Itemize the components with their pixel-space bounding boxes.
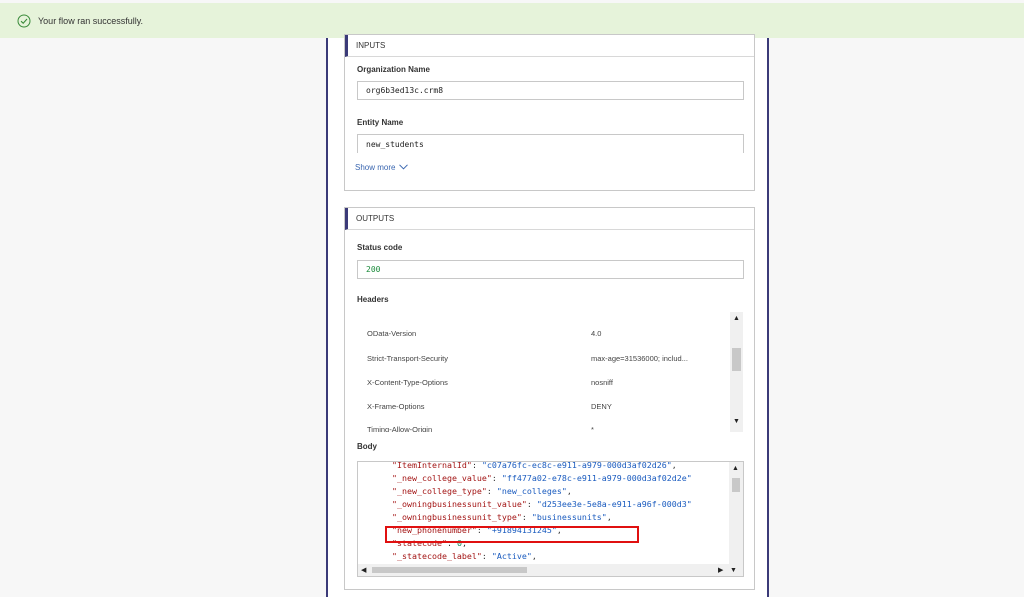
- body-line: "new_phonenumber": "+91894131245",: [392, 525, 562, 535]
- run-details-panel: INPUTS Organization Name org6b3ed13c.crm…: [326, 34, 769, 597]
- header-value: *: [591, 425, 594, 432]
- org-name-label: Organization Name: [357, 65, 430, 74]
- scroll-up-icon[interactable]: ▲: [733, 315, 740, 322]
- outputs-card: OUTPUTS Status code 200 Headers OData-Ve…: [344, 207, 755, 590]
- status-code-field[interactable]: 200: [357, 260, 744, 279]
- header-key: Strict-Transport-Security: [367, 354, 448, 363]
- scrollbar-thumb[interactable]: [732, 348, 741, 371]
- table-row: OData-Version 4.0: [357, 322, 727, 346]
- json-value: "+91894131245": [486, 525, 557, 535]
- org-name-field[interactable]: org6b3ed13c.crm8: [357, 81, 744, 100]
- json-key: "_owningbusinessunit_type": [392, 512, 522, 522]
- header-key: X-Content-Type-Options: [367, 378, 448, 387]
- json-punct: ,: [671, 461, 677, 470]
- scroll-down-icon[interactable]: ▼: [733, 418, 740, 425]
- json-value: "ff477a02-e78c-e911-a979-000d3af02d2e": [501, 473, 692, 483]
- check-circle-icon: [17, 14, 31, 28]
- table-row: X-Frame-Options DENY: [357, 395, 727, 419]
- scrollbar-thumb[interactable]: [372, 567, 527, 573]
- body-viewer[interactable]: "ItemInternalId": "c07a76fc-ec8c-e911-a9…: [357, 461, 744, 577]
- table-row: Strict-Transport-Security max-age=315360…: [357, 347, 727, 371]
- body-line: "_owningbusinessunit_type": "businessuni…: [392, 512, 612, 522]
- body-line: "_new_college_value": "ff477a02-e78c-e91…: [392, 473, 692, 483]
- json-punct: ,: [606, 512, 612, 522]
- json-key: "statecode": [392, 538, 447, 548]
- inputs-card-title: INPUTS: [345, 35, 754, 57]
- scrollbar-thumb[interactable]: [732, 478, 740, 492]
- body-line: "_owningbusinessunit_value": "d253ee3e-5…: [392, 499, 692, 509]
- show-more-link[interactable]: Show more: [355, 163, 409, 172]
- body-line: "_statecode_label": "Active",: [392, 551, 537, 561]
- body-line: "ItemInternalId": "c07a76fc-ec8c-e911-a9…: [392, 461, 677, 470]
- headers-table[interactable]: OData-Version 4.0 Strict-Transport-Secur…: [357, 312, 743, 432]
- table-row: X-Content-Type-Options nosniff: [357, 371, 727, 395]
- header-key: Timing-Allow-Origin: [367, 425, 433, 432]
- table-row: Timing-Allow-Origin *: [357, 418, 727, 432]
- json-value: "new_colleges": [496, 486, 567, 496]
- header-key: X-Frame-Options: [367, 402, 425, 411]
- json-punct: ,: [531, 551, 537, 561]
- json-key: "ItemInternalId": [392, 461, 472, 470]
- entity-name-label: Entity Name: [357, 118, 404, 127]
- outputs-card-title: OUTPUTS: [345, 208, 754, 230]
- body-label: Body: [357, 442, 377, 451]
- body-line: "_new_college_type": "new_colleges",: [392, 486, 572, 496]
- header-value: nosniff: [591, 378, 613, 387]
- json-key: "new_phonenumber": [392, 525, 477, 535]
- scroll-left-icon[interactable]: ◀: [361, 567, 366, 574]
- scroll-down-icon[interactable]: ▼: [730, 567, 737, 574]
- header-value: DENY: [591, 402, 612, 411]
- headers-scrollbar[interactable]: ▲ ▼: [730, 312, 743, 432]
- json-punct: ,: [556, 525, 562, 535]
- json-key: "_statecode_label": [392, 551, 482, 561]
- json-value: "Active": [491, 551, 532, 561]
- json-value: "d253ee3e-5e8a-e911-a96f-000d3": [536, 499, 692, 509]
- scroll-right-icon[interactable]: ▶: [718, 567, 723, 574]
- inputs-card: INPUTS Organization Name org6b3ed13c.crm…: [344, 34, 755, 191]
- json-value: "c07a76fc-ec8c-e911-a979-000d3af02d26": [481, 461, 672, 470]
- show-more-label: Show more: [355, 163, 396, 172]
- json-key: "_owningbusinessunit_value": [392, 499, 527, 509]
- banner-message: Your flow ran successfully.: [38, 15, 144, 26]
- entity-name-field[interactable]: new_students: [357, 134, 744, 153]
- json-key: "_new_college_value": [392, 473, 492, 483]
- json-value: "businessunits": [531, 512, 607, 522]
- body-line: "statecode": 0,: [392, 538, 467, 548]
- scroll-up-icon[interactable]: ▲: [732, 465, 739, 472]
- status-code-label: Status code: [357, 243, 403, 252]
- body-horizontal-scrollbar[interactable]: ◀ ▶ ▼: [358, 564, 743, 576]
- body-vertical-scrollbar[interactable]: ▲: [729, 462, 743, 564]
- json-punct: ,: [566, 486, 572, 496]
- headers-label: Headers: [357, 295, 389, 304]
- header-key: OData-Version: [367, 329, 417, 338]
- chevron-down-icon: [399, 163, 409, 172]
- json-punct: ,: [461, 538, 467, 548]
- header-value: 4.0: [591, 329, 602, 338]
- header-value: max-age=31536000; includ...: [591, 354, 688, 363]
- json-key: "_new_college_type": [392, 486, 487, 496]
- success-banner: Your flow ran successfully.: [0, 3, 1024, 38]
